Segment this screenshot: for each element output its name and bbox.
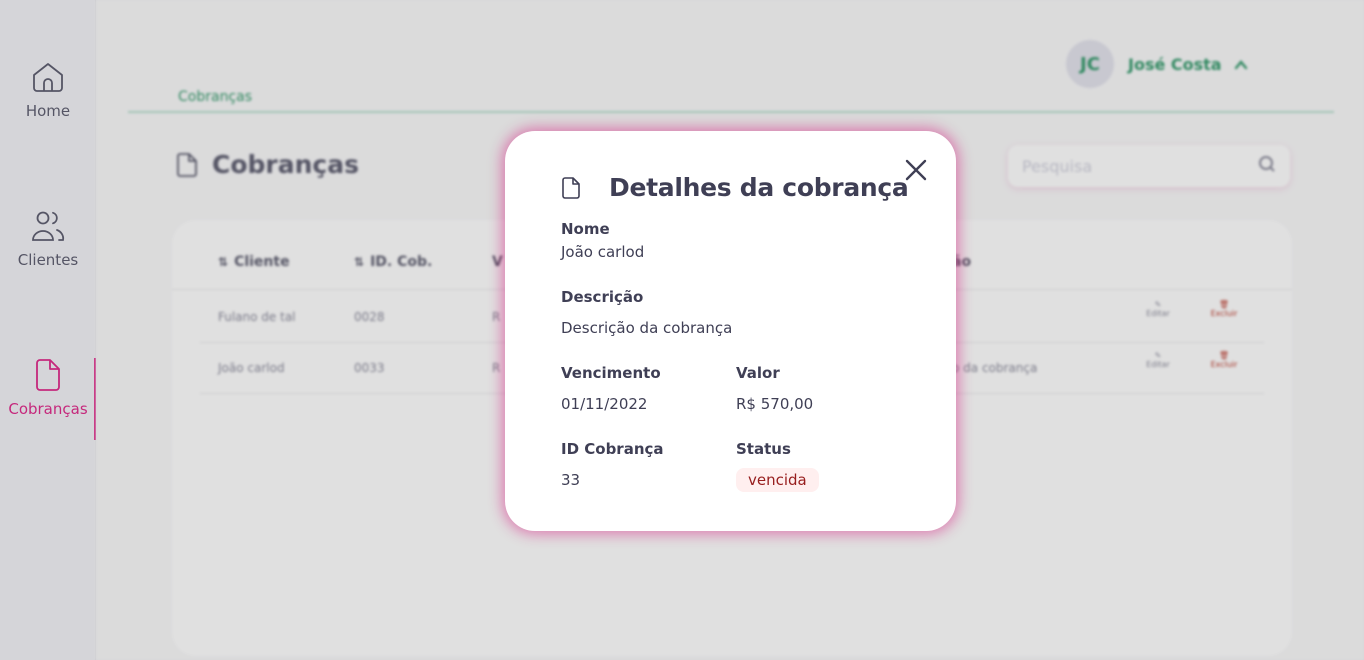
status-badge: vencida bbox=[736, 468, 819, 492]
description-value: Descrição da cobrança bbox=[561, 319, 733, 337]
charge-id-label: ID Cobrança bbox=[561, 440, 664, 458]
modal-header: Detalhes da cobrança bbox=[561, 173, 909, 202]
name-value: João carlod bbox=[561, 243, 645, 261]
amount-label: Valor bbox=[736, 364, 780, 382]
name-label: Nome bbox=[561, 220, 610, 238]
modal-title: Detalhes da cobrança bbox=[609, 173, 909, 202]
status-label: Status bbox=[736, 440, 791, 458]
charge-details-modal: Detalhes da cobrança Nome João carlod De… bbox=[505, 131, 956, 531]
charge-id-value: 33 bbox=[561, 471, 581, 489]
description-label: Descrição bbox=[561, 288, 644, 306]
amount-value: R$ 570,00 bbox=[736, 395, 814, 413]
due-date-value: 01/11/2022 bbox=[561, 395, 648, 413]
document-icon bbox=[561, 176, 581, 200]
due-date-label: Vencimento bbox=[561, 364, 661, 382]
